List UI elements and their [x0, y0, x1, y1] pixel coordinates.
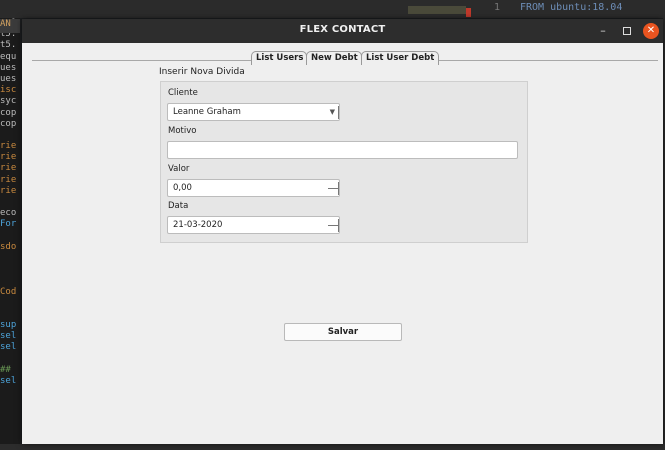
valor-label: Valor — [168, 164, 190, 174]
terminal-line: rie — [0, 163, 17, 174]
terminal-line: Cod — [0, 286, 17, 297]
terminal-line: rie — [0, 141, 17, 152]
background-top-bar: 1 FROM ubuntu:18.04 — [0, 0, 665, 18]
background-terminal: x_1 t5. t5. equ ues ues isc syc cop cop … — [0, 18, 20, 448]
window-title: FLEX CONTACT — [299, 24, 386, 35]
terminal-line: equ — [0, 51, 17, 62]
data-value: 21-03-2020 — [173, 220, 223, 230]
terminal-line: eco — [0, 208, 17, 219]
terminal-line: sel — [0, 376, 17, 386]
spin-divider — [338, 182, 339, 195]
valor-spinbox[interactable]: 0,00 — [167, 179, 340, 197]
data-date-edit[interactable]: 21-03-2020 — [167, 216, 340, 234]
close-icon: ✕ — [646, 25, 656, 36]
data-label: Data — [168, 201, 189, 211]
minimize-button[interactable]: – — [595, 23, 611, 39]
terminal-line: isc — [0, 85, 17, 96]
terminal-line: ues — [0, 62, 17, 73]
terminal-line: For — [0, 219, 17, 230]
terminal-line: sup — [0, 320, 17, 331]
terminal-line: sel — [0, 331, 17, 342]
background-strip — [408, 6, 466, 14]
cliente-value: Leanne Graham — [173, 107, 241, 117]
motivo-input[interactable] — [167, 141, 518, 159]
background-bottom-bar — [0, 444, 665, 450]
spin-arrows-icon[interactable] — [328, 225, 338, 226]
select-divider — [338, 106, 339, 119]
valor-value: 0,00 — [173, 183, 192, 193]
terminal-line: cop — [0, 107, 17, 118]
close-button[interactable]: ✕ — [643, 23, 659, 39]
terminal-line: cop — [0, 118, 17, 129]
form-heading: Inserir Nova Divida — [159, 67, 245, 77]
terminal-line: rie — [0, 152, 17, 163]
spin-arrows-icon[interactable] — [328, 188, 338, 189]
tab-list-user-debt[interactable]: List User Debt — [361, 51, 439, 65]
maximize-icon — [623, 27, 631, 35]
background-marker — [466, 8, 471, 17]
save-button[interactable]: Salvar — [284, 323, 402, 341]
terminal-line: rie — [0, 174, 17, 185]
maximize-button[interactable] — [619, 23, 635, 39]
app-window: FLEX CONTACT – ✕ List Users New Debt Lis… — [22, 19, 663, 444]
tab-list-users[interactable]: List Users — [251, 51, 307, 65]
tab-new-debt[interactable]: New Debt — [306, 51, 362, 65]
terminal-line: ues — [0, 73, 17, 84]
minimize-icon: – — [600, 24, 606, 37]
editor-code-line: FROM ubuntu:18.04 — [520, 2, 623, 13]
terminal-line: syc — [0, 96, 17, 107]
terminal-line: sdo — [0, 241, 17, 252]
cliente-select[interactable]: Leanne Graham ▼ — [167, 103, 340, 121]
title-bar[interactable]: FLEX CONTACT – ✕ — [22, 19, 663, 43]
terminal-line: sel — [0, 342, 17, 353]
terminal-line: t5. — [0, 40, 17, 51]
terminal-line: rie — [0, 185, 17, 196]
spin-divider — [338, 219, 339, 232]
chevron-down-icon: ▼ — [329, 108, 335, 116]
motivo-label: Motivo — [168, 126, 197, 136]
editor-line-number: 1 — [494, 2, 501, 13]
terminal-corner-label: AN — [0, 19, 20, 33]
cliente-label: Cliente — [168, 88, 198, 98]
terminal-line: ## — [0, 364, 11, 375]
